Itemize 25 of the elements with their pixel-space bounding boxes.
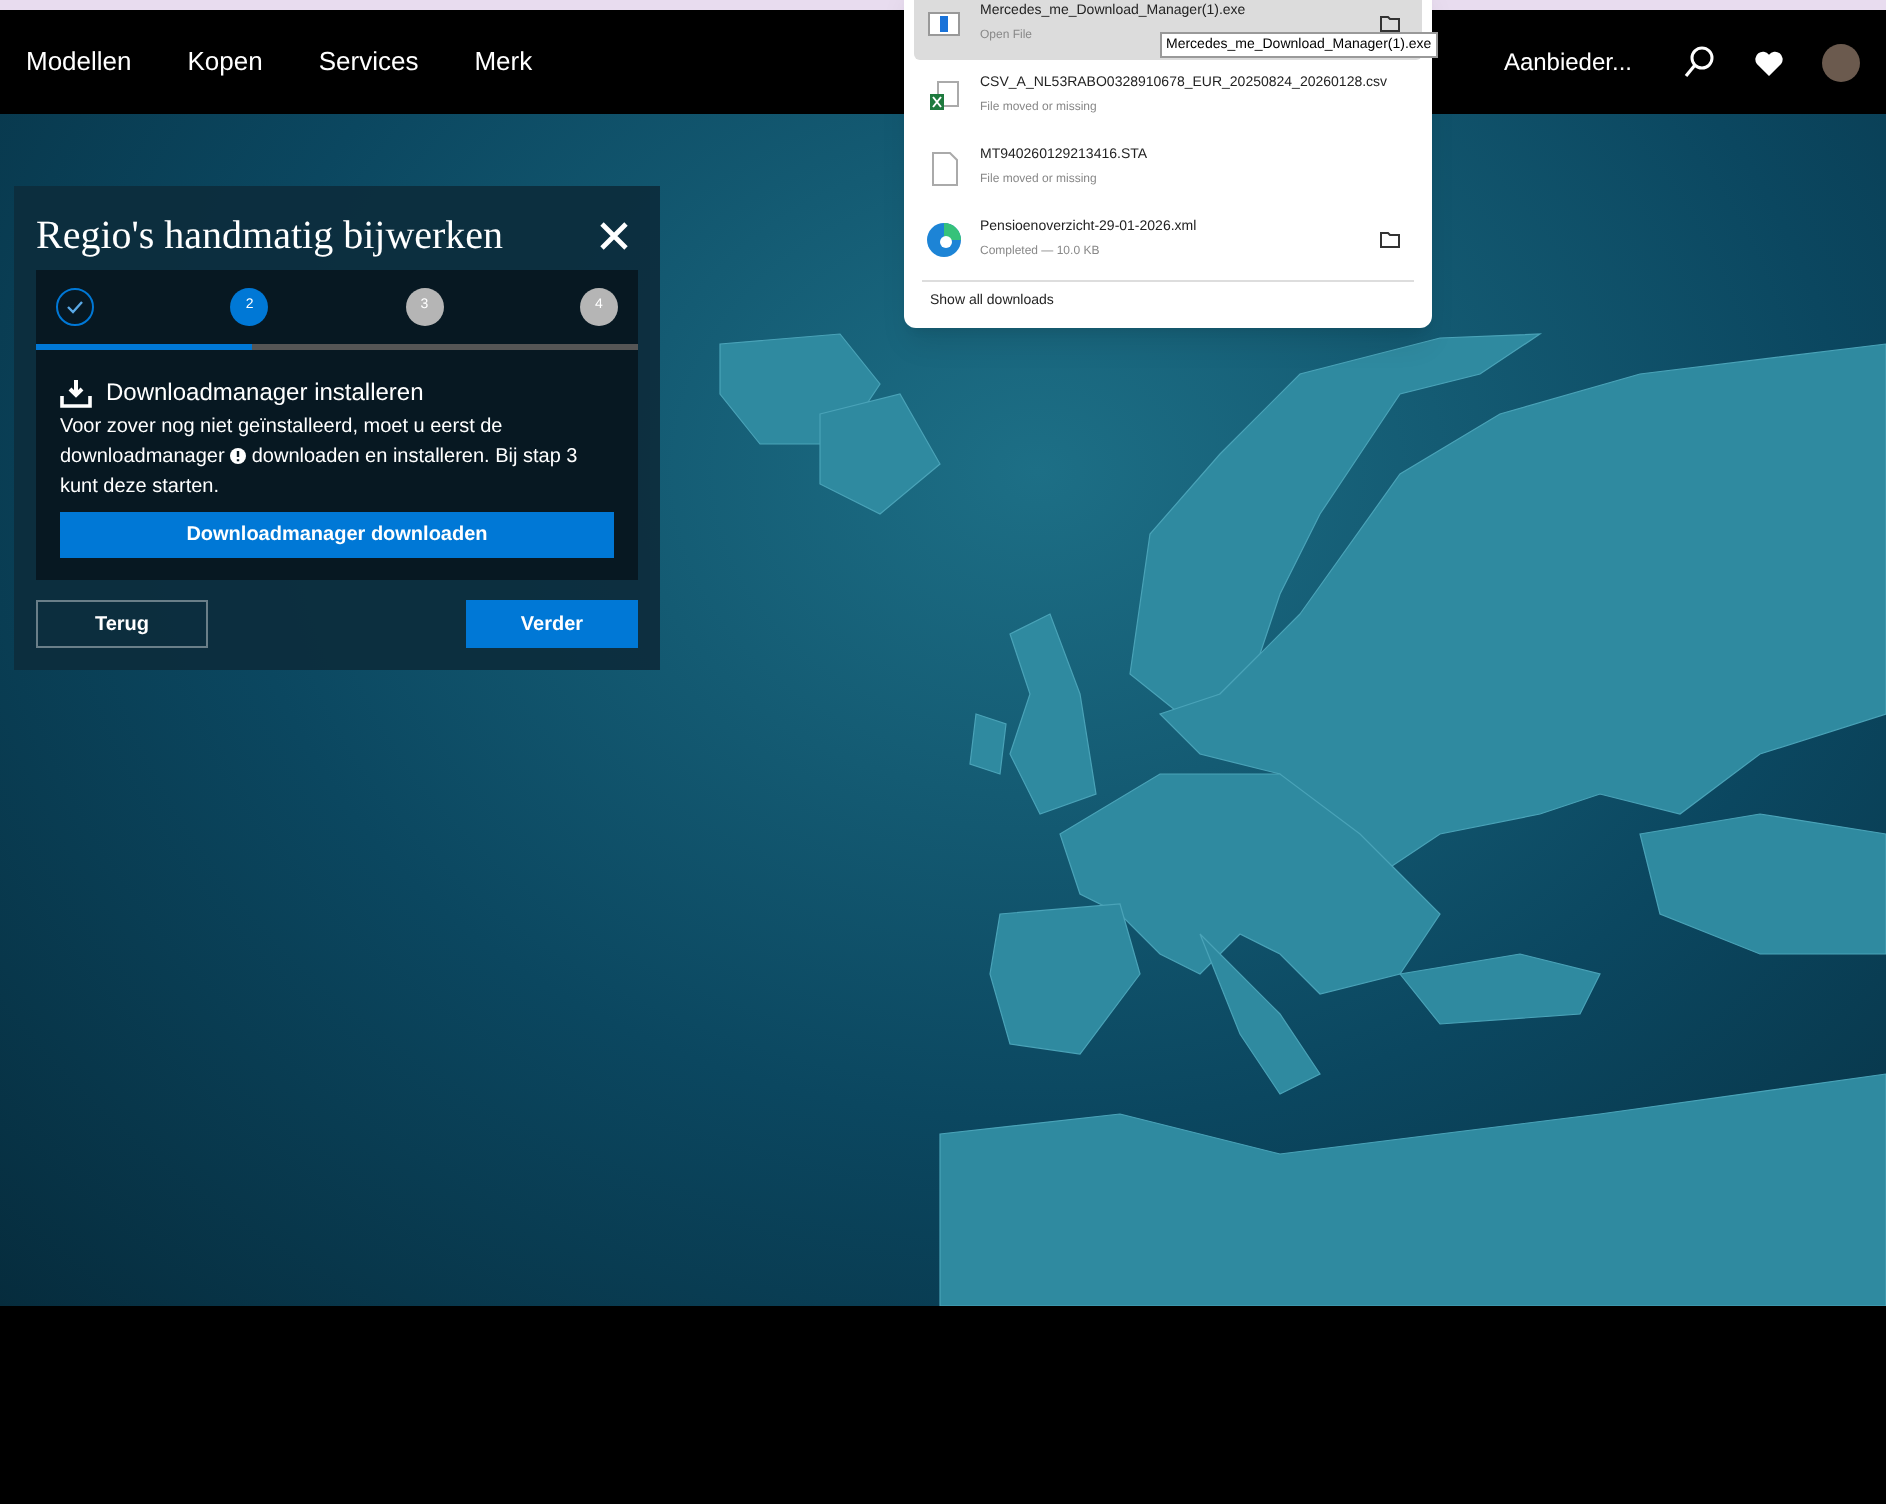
dialog-title: Regio's handmatig bijwerken: [36, 212, 504, 262]
folder-icon[interactable]: [1380, 16, 1400, 32]
browser-logo-icon: [926, 222, 962, 258]
nav-link[interactable]: Modellen: [26, 42, 132, 82]
section-title: Downloadmanager installeren: [106, 376, 424, 410]
nav-link[interactable]: Merk: [474, 42, 533, 82]
nav-link[interactable]: Services: [318, 42, 419, 82]
instruction-text: Voor zover nog niet geïnstalleerd, moet u eerst de downloadmanager downloaden en installeren. Bij stap 3 kunt deze starten.: [60, 414, 580, 502]
folder-icon[interactable]: [1380, 232, 1400, 248]
heart-icon[interactable]: [1754, 49, 1784, 75]
application-window-icon: [928, 12, 960, 36]
next-button[interactable]: Verder: [466, 600, 638, 648]
step-done[interactable]: [56, 288, 94, 326]
back-button[interactable]: Terug: [36, 600, 208, 648]
file-icon: [931, 151, 957, 185]
info-icon[interactable]: [230, 448, 247, 464]
avatar[interactable]: [1822, 43, 1860, 81]
dealer-link[interactable]: Aanbieder...: [1503, 44, 1632, 80]
search-icon[interactable]: [1684, 46, 1714, 78]
download-manager-button[interactable]: Downloadmanager downloaden: [60, 512, 614, 558]
nav-link[interactable]: Kopen: [187, 42, 263, 82]
check-icon: [66, 300, 84, 314]
download-icon: [60, 377, 92, 407]
close-icon[interactable]: [598, 220, 630, 252]
spreadsheet-file-icon: [928, 80, 960, 112]
